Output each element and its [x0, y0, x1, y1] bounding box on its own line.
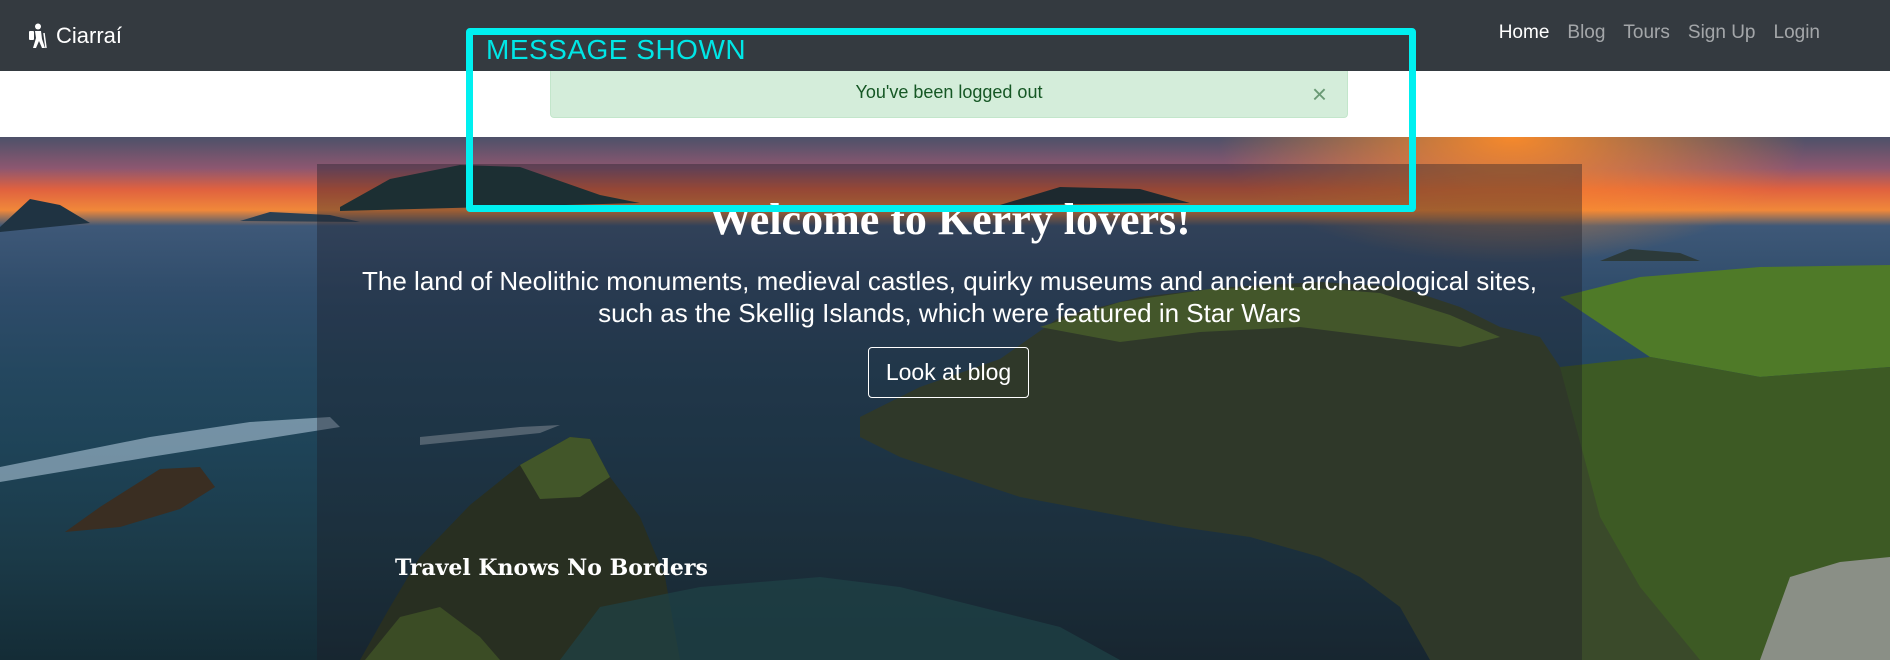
nav-login-link[interactable]: Login: [1774, 22, 1821, 44]
travel-tagline: Travel Knows No Borders: [395, 555, 708, 581]
brand-name: Ciarraí: [56, 23, 123, 48]
annotation-label: MESSAGE SHOWN: [486, 34, 747, 65]
hero-subtitle: The land of Neolithic monuments, medieva…: [362, 266, 1537, 328]
look-at-blog-button[interactable]: Look at blog: [868, 347, 1029, 398]
nav-signup-link[interactable]: Sign Up: [1688, 22, 1756, 44]
nav-tours-link[interactable]: Tours: [1623, 22, 1669, 44]
brand[interactable]: Ciarraí: [26, 20, 122, 52]
nav-home-link[interactable]: Home: [1499, 22, 1550, 44]
nav-links: Home Blog Tours Sign Up Login: [1499, 22, 1820, 44]
hiker-icon: [26, 23, 48, 49]
hero-section: Welcome to Kerry lovers! The land of Neo…: [0, 137, 1890, 660]
nav-blog-link[interactable]: Blog: [1567, 22, 1605, 44]
hero-overlay-panel: Welcome to Kerry lovers! The land of Neo…: [317, 164, 1582, 660]
